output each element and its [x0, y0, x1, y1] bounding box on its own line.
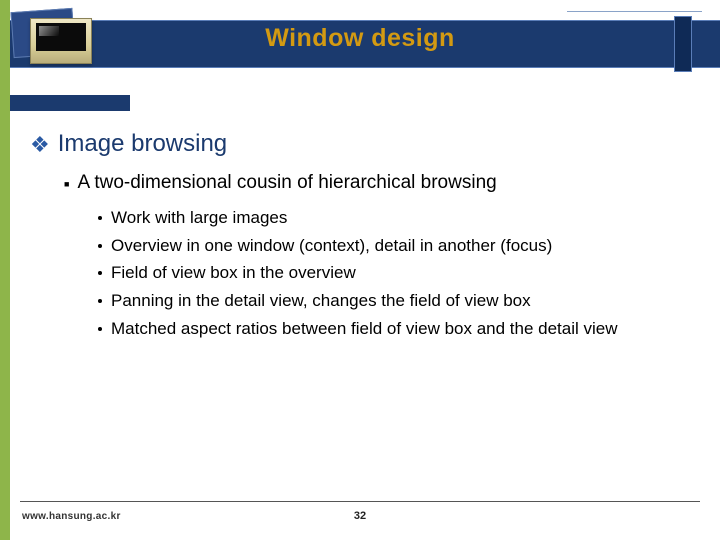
list-item-text: Field of view box in the overview — [111, 261, 356, 286]
dot-bullet-icon — [98, 327, 102, 331]
dot-bullet-icon — [98, 271, 102, 275]
list-item-text: Work with large images — [111, 206, 287, 231]
list-item: Work with large images — [98, 206, 700, 231]
footer-divider — [20, 501, 700, 502]
content-area: ❖ Image browsing ■ A two-dimensional cou… — [34, 130, 700, 344]
dot-bullet-icon — [98, 216, 102, 220]
list-item: Matched aspect ratios between field of v… — [98, 317, 700, 342]
list-item-text: Matched aspect ratios between field of v… — [111, 317, 618, 342]
header-accent-line — [567, 11, 702, 12]
slide-title: Window design — [0, 24, 720, 53]
page-number: 32 — [0, 510, 720, 522]
slide: Window design ❖ Image browsing ■ A two-d… — [0, 0, 720, 540]
heading-row: ❖ Image browsing — [30, 130, 700, 158]
list-item-text: Panning in the detail view, changes the … — [111, 289, 531, 314]
accent-stripe — [0, 0, 10, 540]
logo-thumbnail — [12, 10, 98, 72]
sub-accent-bar — [10, 95, 130, 111]
list-item: Overview in one window (context), detail… — [98, 234, 700, 259]
square-bullet-icon: ■ — [64, 180, 69, 189]
bullet-list: Work with large images Overview in one w… — [98, 206, 700, 341]
list-item: Panning in the detail view, changes the … — [98, 289, 700, 314]
diamond-bullet-icon: ❖ — [30, 134, 50, 156]
heading-text: Image browsing — [58, 130, 227, 158]
list-item: Field of view box in the overview — [98, 261, 700, 286]
dot-bullet-icon — [98, 244, 102, 248]
logo-thumb-glare — [39, 26, 59, 36]
dot-bullet-icon — [98, 299, 102, 303]
subheading-text: A two-dimensional cousin of hierarchical… — [77, 172, 496, 194]
subheading-row: ■ A two-dimensional cousin of hierarchic… — [64, 172, 700, 194]
list-item-text: Overview in one window (context), detail… — [111, 234, 552, 259]
